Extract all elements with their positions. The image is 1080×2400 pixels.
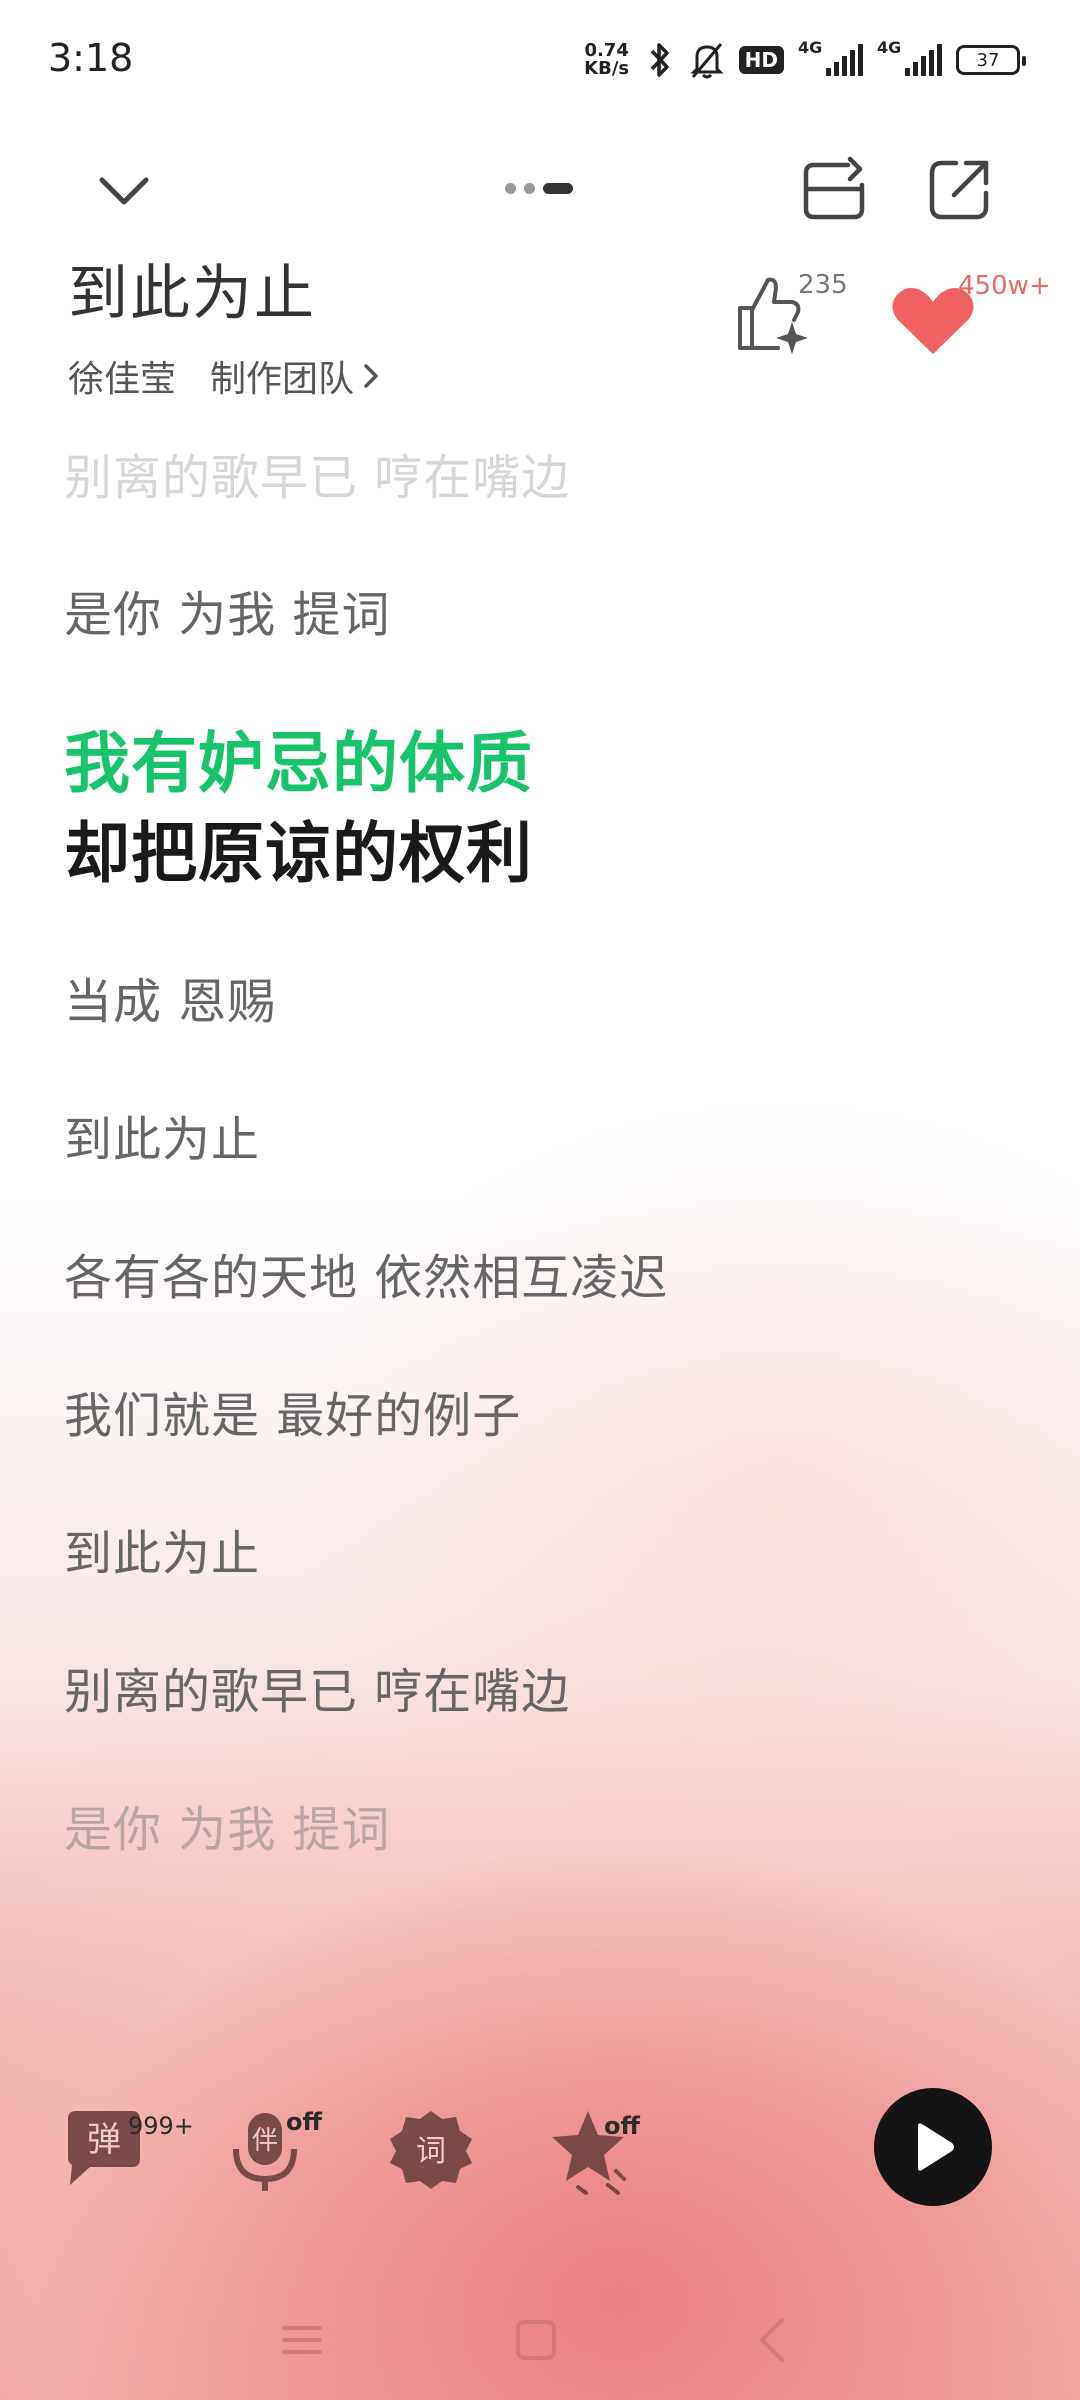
lyric-line-active[interactable]: 我有妒忌的体质 (64, 710, 533, 806)
lyric-line[interactable]: 到此为止 (64, 1514, 260, 1584)
switch-view-icon[interactable] (800, 155, 868, 223)
lyric-line-next[interactable]: 却把原谅的权利 (64, 800, 533, 896)
share-icon[interactable] (926, 155, 994, 223)
page-indicator[interactable] (505, 183, 573, 194)
lyrics-button[interactable]: 词 (386, 2105, 476, 2195)
status-icons: 0.74 KB/s HD 4G 4G 37 (583, 38, 1026, 82)
chevron-down-icon[interactable] (88, 160, 160, 220)
lyric-line[interactable]: 我们就是 最好的例子 (64, 1376, 521, 1446)
lyric-line[interactable]: 各有各的天地 依然相互凌迟 (64, 1238, 668, 1308)
home-icon[interactable] (506, 2310, 566, 2370)
effect-state: off (604, 2112, 640, 2140)
hd-badge: HD (738, 46, 784, 74)
svg-text:弹: 弹 (87, 2120, 121, 2160)
mute-bell-icon (690, 43, 724, 79)
page-dot (505, 183, 516, 194)
song-title: 到此为止 (68, 259, 316, 329)
lyric-line[interactable]: 到此为止 (64, 1100, 260, 1170)
svg-text:伴: 伴 (252, 2126, 278, 2156)
network-speed: 0.74 KB/s (584, 40, 630, 79)
status-bar: 3:18 0.74 KB/s HD 4G 4G 37 (0, 0, 1080, 120)
song-meta: 徐佳莹 制作团队 (68, 350, 380, 402)
credits-link[interactable]: 制作团队 (210, 350, 380, 402)
bluetooth-icon (650, 43, 669, 77)
lyrics-icon: 词 (390, 2111, 472, 2189)
page-dot (524, 183, 535, 194)
lyric-line[interactable]: 别离的歌早已 哼在嘴边 (64, 1652, 570, 1722)
chevron-right-icon (364, 364, 378, 388)
like-count: 235 (798, 270, 848, 300)
lyric-line[interactable]: 当成 恩赐 (64, 962, 276, 1032)
danmu-count: 999+ (128, 2112, 194, 2140)
battery-icon: 37 (956, 45, 1026, 75)
lyric-line[interactable]: 是你 为我 提词 (64, 1790, 391, 1860)
play-button[interactable] (874, 2088, 992, 2206)
svg-text:词: 词 (416, 2134, 446, 2169)
lyric-line[interactable]: 是你 为我 提词 (64, 575, 391, 645)
signal-icon-1: 4G (798, 38, 863, 76)
favorite-count: 450w+ (958, 271, 1051, 301)
menu-icon[interactable] (272, 2310, 332, 2370)
lyric-line[interactable]: 别离的歌早已 哼在嘴边 (64, 438, 570, 508)
system-navigation-bar (0, 2290, 1080, 2380)
play-icon (918, 2123, 954, 2171)
accompany-state: off (286, 2108, 322, 2136)
signal-icon-2: 4G (877, 38, 942, 76)
artist-link[interactable]: 徐佳莹 (68, 350, 176, 402)
page-dot-active (543, 183, 573, 194)
back-icon[interactable] (742, 2310, 802, 2370)
status-time: 3:18 (48, 36, 134, 80)
